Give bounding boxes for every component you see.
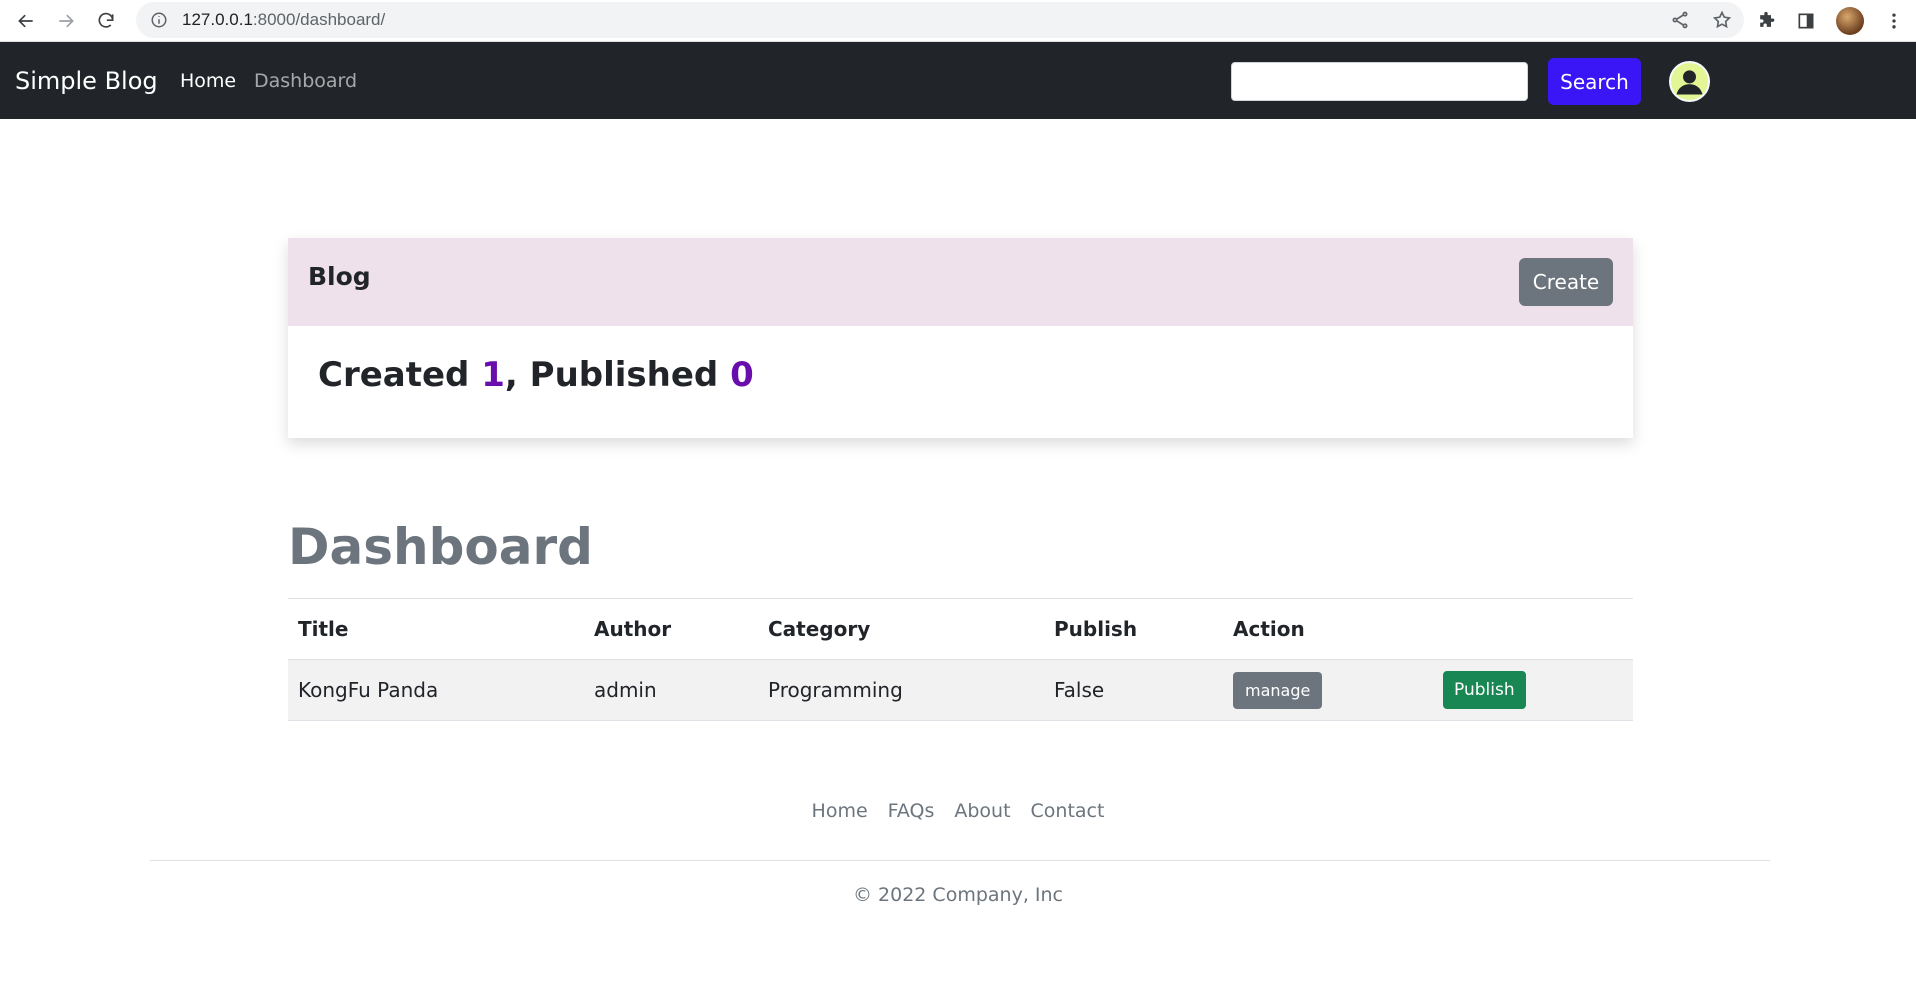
brand-link[interactable]: Simple Blog (15, 67, 158, 95)
user-avatar-icon[interactable] (1669, 61, 1710, 102)
post-title-cell: KongFu Panda (298, 678, 439, 702)
post-publish-cell: False (1054, 678, 1105, 702)
table-row: KongFu Panda admin Programming False man… (288, 660, 1633, 721)
bookmark-star-icon[interactable] (1712, 10, 1732, 30)
browser-profile-avatar[interactable] (1836, 7, 1864, 35)
address-bar[interactable]: 127.0.0.1:8000/dashboard/ (136, 2, 1744, 38)
card-header: Blog Create (288, 238, 1633, 326)
footer-home-link[interactable]: Home (812, 800, 868, 822)
blog-stats-card: Blog Create Created 1, Published 0 (288, 238, 1633, 438)
side-panel-icon[interactable] (1796, 11, 1816, 31)
share-icon[interactable] (1670, 10, 1690, 30)
search-input[interactable] (1231, 62, 1528, 101)
footer-divider (150, 860, 1770, 861)
posts-table: Title Author Category Publish Action Kon… (288, 598, 1633, 721)
publish-action-cell: Publish (1443, 660, 1526, 720)
published-count: 0 (730, 355, 754, 395)
reload-icon[interactable] (86, 1, 126, 41)
copyright-text: © 2022 Company, Inc (853, 884, 1063, 906)
search-button[interactable]: Search (1548, 58, 1641, 105)
column-header-title: Title (298, 617, 349, 641)
blog-stats: Created 1, Published 0 (318, 355, 754, 395)
footer-about-link[interactable]: About (954, 800, 1010, 822)
browser-toolbar: 127.0.0.1:8000/dashboard/ (0, 0, 1916, 42)
publish-button[interactable]: Publish (1443, 671, 1526, 709)
nav-dashboard-link[interactable]: Dashboard (254, 70, 357, 92)
footer-contact-link[interactable]: Contact (1031, 800, 1105, 822)
post-category-cell: Programming (768, 678, 903, 702)
manage-button[interactable]: manage (1233, 671, 1323, 709)
created-label: Created (318, 355, 482, 395)
back-icon[interactable] (6, 1, 46, 41)
dashboard-heading: Dashboard (288, 518, 593, 576)
column-header-action: Action (1233, 617, 1305, 641)
post-author-cell: admin (594, 678, 657, 702)
info-icon[interactable] (150, 11, 168, 29)
column-header-category: Category (768, 617, 871, 641)
nav-home-link[interactable]: Home (180, 70, 236, 92)
footer-nav: Home FAQs About Contact (0, 800, 1916, 822)
forward-icon[interactable] (46, 1, 86, 41)
menu-dots-icon[interactable] (1884, 11, 1904, 31)
manage-cell: manage (1233, 660, 1323, 720)
footer-faqs-link[interactable]: FAQs (888, 800, 935, 822)
column-header-author: Author (594, 617, 672, 641)
published-label: , Published (504, 355, 731, 395)
site-navbar: Simple Blog Home Dashboard Search (0, 42, 1916, 119)
created-count: 1 (481, 355, 505, 395)
extensions-icon[interactable] (1756, 11, 1776, 31)
table-header-row: Title Author Category Publish Action (288, 599, 1633, 660)
column-header-publish: Publish (1054, 617, 1138, 641)
card-title: Blog (308, 262, 371, 291)
create-button[interactable]: Create (1519, 258, 1613, 306)
url-text: 127.0.0.1:8000/dashboard/ (182, 10, 386, 29)
